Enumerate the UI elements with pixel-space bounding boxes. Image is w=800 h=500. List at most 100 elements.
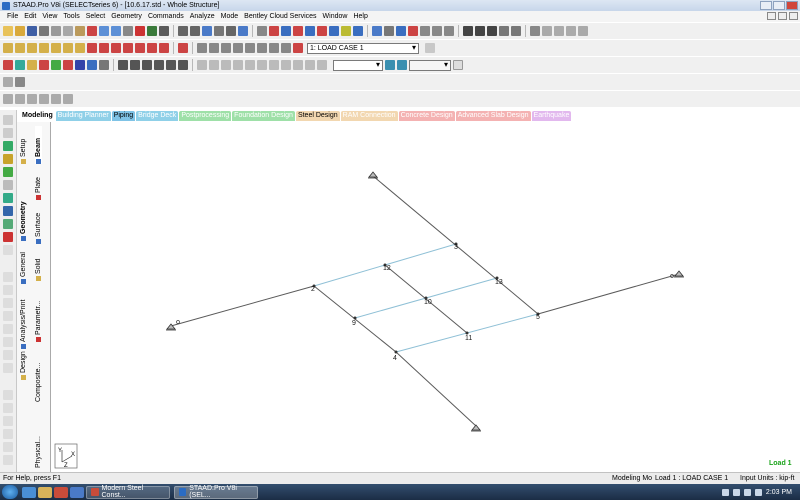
view-front-icon[interactable] (3, 43, 13, 53)
rotate-right-icon[interactable] (123, 43, 133, 53)
draw-plate-icon[interactable] (51, 94, 61, 104)
rotate-down-icon[interactable] (99, 43, 109, 53)
menu-bentley-cloud-services[interactable]: Bentley Cloud Services (241, 13, 319, 20)
tool-14-icon[interactable] (3, 455, 13, 465)
tab-parametric[interactable]: Parametr... (35, 292, 42, 342)
menu-mode[interactable]: Mode (218, 13, 242, 20)
rotate-z-icon[interactable] (221, 60, 231, 70)
doc-close-button[interactable] (789, 12, 798, 20)
line-icon[interactable] (178, 60, 188, 70)
solid-cursor-icon[interactable] (317, 26, 327, 36)
view-left-icon[interactable] (39, 43, 49, 53)
beams-cursor-icon[interactable] (27, 60, 37, 70)
support-icon[interactable] (499, 26, 509, 36)
geometry-cursor-icon[interactable] (329, 26, 339, 36)
zoom-out-icon[interactable] (221, 43, 231, 53)
mirror-icon[interactable] (245, 60, 255, 70)
view-top-icon[interactable] (51, 43, 61, 53)
tab-ram-connection[interactable]: RAM Connection (340, 111, 398, 121)
tab-piping[interactable]: Piping (111, 111, 136, 121)
tab-plate[interactable]: Plate (35, 166, 42, 200)
post-icon[interactable] (566, 26, 576, 36)
tool-4-icon[interactable] (3, 311, 13, 321)
close-button[interactable] (786, 1, 798, 10)
clock[interactable]: 2:03 PM (766, 489, 792, 496)
pan-icon[interactable] (257, 43, 267, 53)
add-plate-icon[interactable] (408, 26, 418, 36)
move-icon[interactable] (444, 26, 454, 36)
fixed-support-icon[interactable] (471, 424, 481, 432)
zoom-dynamic-icon[interactable] (123, 26, 133, 36)
zoom-all-icon[interactable] (245, 43, 255, 53)
member-line[interactable] (537, 273, 680, 315)
beam-numbers-icon[interactable] (130, 60, 140, 70)
select-nodes-icon[interactable] (3, 141, 13, 151)
eraser-icon[interactable] (15, 94, 25, 104)
group-icon[interactable] (154, 60, 164, 70)
tool-10-icon[interactable] (3, 403, 13, 413)
tab-earthquake[interactable]: Earthquake (531, 111, 572, 121)
merge-icon[interactable] (269, 60, 279, 70)
split-icon[interactable] (257, 60, 267, 70)
select-plates-icon[interactable] (3, 167, 13, 177)
delete-icon[interactable] (87, 26, 97, 36)
select-cursor-icon[interactable] (257, 26, 267, 36)
view-manager-icon[interactable] (238, 26, 248, 36)
draw-beam-icon[interactable] (39, 94, 49, 104)
tab-composite[interactable]: Composite... (35, 352, 42, 402)
menu-help[interactable]: Help (350, 13, 370, 20)
rotate-x-icon[interactable] (197, 60, 207, 70)
tray-arrow-icon[interactable] (721, 488, 729, 496)
structure-drawing[interactable]: 2 3 4 5 9 10 11 12 13 Y X Z Load 1 (52, 122, 800, 472)
tool-7-icon[interactable] (3, 350, 13, 360)
view-right-icon[interactable] (27, 43, 37, 53)
tab-concrete-design[interactable]: Concrete Design (398, 111, 455, 121)
tab-foundation-design[interactable]: Foundation Design (232, 111, 295, 121)
select-solids-icon[interactable] (3, 180, 13, 190)
app-icon[interactable] (70, 486, 84, 498)
isometric-view-icon[interactable] (75, 43, 85, 53)
tool-12-icon[interactable] (3, 429, 13, 439)
editor-icon[interactable] (554, 26, 564, 36)
tab-building-planner[interactable]: Building Planner (55, 111, 111, 121)
grid-icon[interactable] (99, 60, 109, 70)
report-icon[interactable] (202, 26, 212, 36)
circular-repeat-icon[interactable] (432, 26, 442, 36)
load-icon[interactable] (511, 26, 521, 36)
open-file-icon[interactable] (15, 26, 25, 36)
tray-volume-icon[interactable] (754, 488, 762, 496)
add-icon[interactable] (3, 232, 13, 242)
table-icon[interactable] (397, 60, 407, 70)
solids-cursor-icon[interactable] (51, 60, 61, 70)
tab-beam[interactable]: Beam (35, 126, 42, 164)
fixed-support-icon[interactable] (368, 171, 378, 179)
design-icon[interactable] (578, 26, 588, 36)
node[interactable] (394, 350, 398, 354)
tool-3-icon[interactable] (3, 298, 13, 308)
menu-tools[interactable]: Tools (60, 13, 82, 20)
stretch-icon[interactable] (305, 60, 315, 70)
property-icon[interactable] (475, 26, 485, 36)
undo-icon[interactable] (99, 26, 109, 36)
structure-wizard-icon[interactable] (3, 77, 13, 87)
menu-commands[interactable]: Commands (145, 13, 187, 20)
tool-2-icon[interactable] (3, 285, 13, 295)
intersect-icon[interactable] (281, 60, 291, 70)
beam-cursor-icon[interactable] (281, 26, 291, 36)
member-line[interactable] (170, 285, 315, 327)
taskbar-window-staad[interactable]: STAAD.Pro V8i (SEL... (174, 485, 258, 499)
snap-node-icon[interactable] (135, 26, 145, 36)
tab-general[interactable]: General (20, 244, 27, 284)
select-geometry-icon[interactable] (3, 206, 13, 216)
structure-viewport[interactable]: 2 3 4 5 9 10 11 12 13 Y X Z Load 1 (52, 122, 800, 472)
translational-repeat-icon[interactable] (420, 26, 430, 36)
select-physical-icon[interactable] (3, 219, 13, 229)
select-beams-icon[interactable] (3, 154, 13, 164)
sym-icon[interactable] (233, 60, 243, 70)
globe-icon[interactable] (87, 60, 97, 70)
tab-design[interactable]: Design (20, 342, 27, 380)
print-icon[interactable] (39, 26, 49, 36)
hammer-icon[interactable] (159, 26, 169, 36)
paste-icon[interactable] (75, 26, 85, 36)
fixed-support-icon[interactable] (674, 270, 684, 278)
